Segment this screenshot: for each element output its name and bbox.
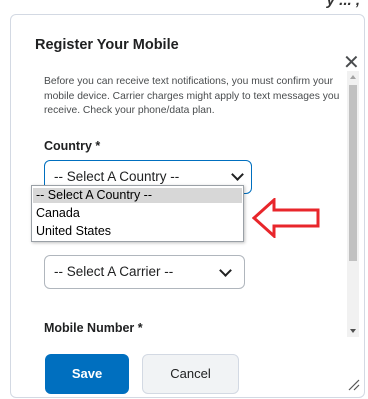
info-text: Before you can receive text notification… <box>44 76 340 117</box>
mobile-number-label: Mobile Number * <box>44 321 143 335</box>
scrollbar-thumb[interactable] <box>349 85 357 261</box>
scrollbar[interactable] <box>347 71 359 337</box>
left-arrow-icon <box>252 198 320 238</box>
resize-handle-icon[interactable] <box>346 377 360 391</box>
country-select-value: -- Select A Country -- <box>54 169 180 184</box>
top-cut-text: y ... , <box>326 0 360 9</box>
chevron-down-icon <box>231 168 244 181</box>
country-option[interactable]: United States <box>33 224 242 239</box>
cancel-button[interactable]: Cancel <box>142 354 239 394</box>
scroll-down-icon[interactable] <box>350 329 356 333</box>
chevron-down-icon <box>219 264 232 277</box>
carrier-select-value: -- Select A Carrier -- <box>54 264 174 279</box>
country-option[interactable]: -- Select A Country -- <box>33 188 242 203</box>
save-button[interactable]: Save <box>45 354 129 394</box>
close-icon[interactable]: ✕ <box>343 53 360 73</box>
dialog-title: Register Your Mobile <box>35 37 179 53</box>
carrier-select[interactable]: -- Select A Carrier -- <box>44 255 245 289</box>
country-dropdown-list: -- Select A Country -- Canada United Sta… <box>31 185 244 242</box>
country-option[interactable]: Canada <box>33 206 242 221</box>
country-label: Country * <box>44 139 101 153</box>
scroll-up-icon[interactable] <box>350 75 356 79</box>
